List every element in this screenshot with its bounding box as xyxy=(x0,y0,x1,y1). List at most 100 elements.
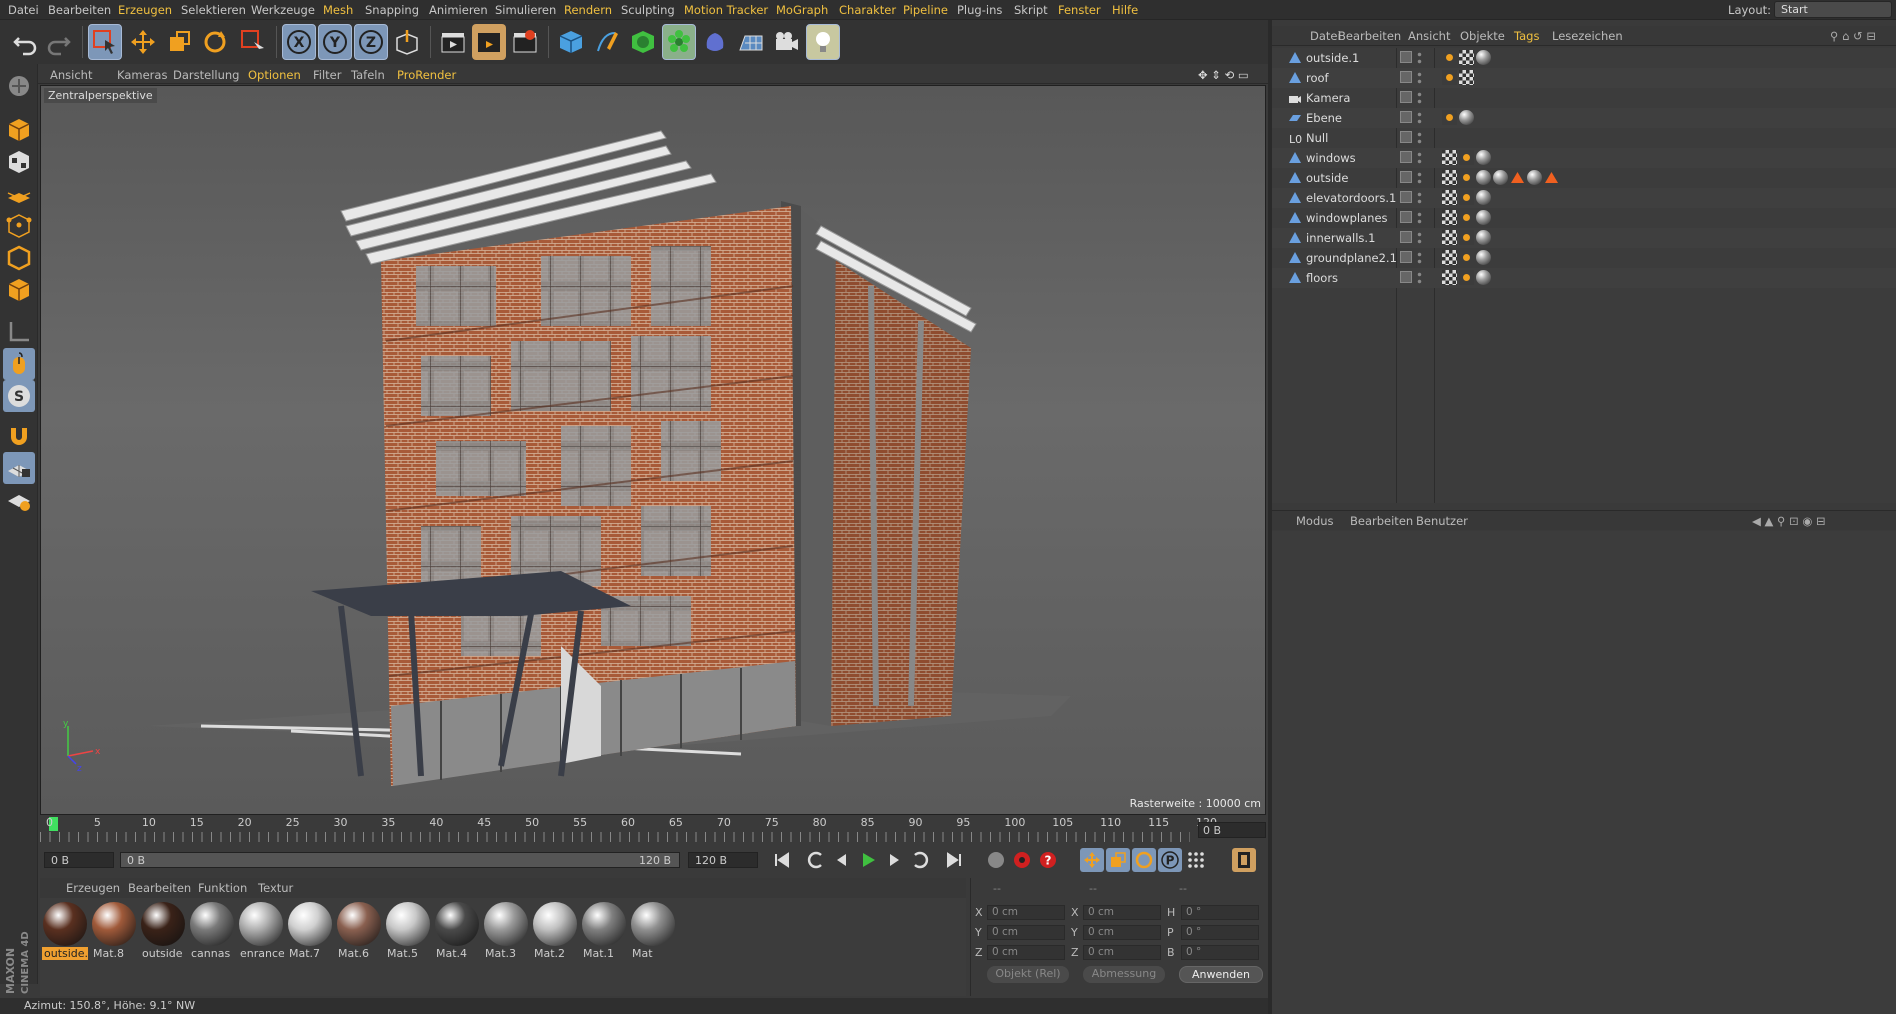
size-x-field[interactable]: 0 cm xyxy=(1083,905,1161,920)
am-menu-modus[interactable]: Modus xyxy=(1296,514,1334,528)
visibility-dots[interactable] xyxy=(1417,231,1422,245)
layer-toggle[interactable] xyxy=(1400,271,1412,283)
previous-key-button[interactable] xyxy=(804,848,828,872)
record-position-button[interactable] xyxy=(984,848,1008,872)
rotation-h-field[interactable]: 0 ° xyxy=(1181,905,1259,920)
render-view-button[interactable] xyxy=(436,24,470,60)
start-frame-field[interactable]: 0 B xyxy=(44,852,114,868)
am-nav-icons[interactable]: ◀ ▲ ⚲ ⊡ ◉ ⊟ xyxy=(1752,514,1826,528)
previous-frame-button[interactable] xyxy=(830,848,854,872)
om-menu-lesezeichen[interactable]: Lesezeichen xyxy=(1552,29,1623,43)
object-row[interactable]: outside.1 xyxy=(1272,48,1896,68)
texture-tag-icon[interactable] xyxy=(1442,190,1457,205)
timeline-window-button[interactable] xyxy=(1232,848,1256,872)
menu-plugins[interactable]: Plug-ins xyxy=(957,3,1002,17)
key-rotation-button[interactable] xyxy=(1132,848,1156,872)
key-pla-button[interactable] xyxy=(1184,848,1208,872)
material-swatch[interactable]: Mat xyxy=(630,901,676,961)
menu-charakter[interactable]: Charakter xyxy=(839,3,896,17)
workplane-mode-button[interactable] xyxy=(3,178,35,210)
model-mode-button[interactable] xyxy=(3,114,35,146)
material-tag-icon[interactable] xyxy=(1493,170,1508,185)
viewport-menu-ansicht[interactable]: Ansicht xyxy=(50,68,92,82)
material-tag-icon[interactable] xyxy=(1476,50,1491,65)
go-to-start-button[interactable] xyxy=(770,848,794,872)
am-menu-benutzer[interactable]: Benutzer xyxy=(1416,514,1468,528)
material-menu-textur[interactable]: Textur xyxy=(258,881,293,895)
menu-mesh[interactable]: Mesh xyxy=(323,3,353,17)
menu-erzeugen[interactable]: Erzeugen xyxy=(118,3,172,17)
om-menu-bearbeiten[interactable]: Bearbeiten xyxy=(1338,29,1401,43)
texture-tag-icon[interactable] xyxy=(1442,170,1457,185)
material-tag-icon[interactable] xyxy=(1476,230,1491,245)
menu-skript[interactable]: Skript xyxy=(1014,3,1048,17)
texture-tag-icon[interactable] xyxy=(1442,150,1457,165)
object-name[interactable]: windowplanes xyxy=(1306,211,1388,225)
render-picture-viewer-button[interactable] xyxy=(472,24,506,60)
lock-workplane-button[interactable] xyxy=(3,452,35,484)
menu-mograph[interactable]: MoGraph xyxy=(776,3,828,17)
material-swatch[interactable]: outside. xyxy=(42,901,88,961)
object-name[interactable]: innerwalls.1 xyxy=(1306,231,1375,245)
menu-sculpting[interactable]: Sculpting xyxy=(621,3,675,17)
layer-toggle[interactable] xyxy=(1400,111,1412,123)
size-z-field[interactable]: 0 cm xyxy=(1083,945,1161,960)
menu-snapping[interactable]: Snapping xyxy=(365,3,419,17)
menu-datei[interactable]: Datei xyxy=(8,3,39,17)
material-swatch[interactable]: Mat.2 xyxy=(532,901,578,961)
viewport-menu-kameras[interactable]: Kameras xyxy=(117,68,167,82)
object-row[interactable]: Kamera xyxy=(1272,88,1896,108)
object-row[interactable]: Ebene xyxy=(1272,108,1896,128)
position-x-field[interactable]: 0 cm xyxy=(987,905,1065,920)
camera-button[interactable] xyxy=(770,24,804,60)
phong-tag-icon[interactable] xyxy=(1442,50,1457,65)
phong-tag-icon[interactable] xyxy=(1459,150,1474,165)
object-name[interactable]: outside.1 xyxy=(1306,51,1359,65)
viewport-menu-tafeln[interactable]: Tafeln xyxy=(351,68,385,82)
phong-tag-icon[interactable] xyxy=(1459,170,1474,185)
visibility-dots[interactable] xyxy=(1417,271,1422,285)
object-row[interactable]: windows xyxy=(1272,148,1896,168)
menu-pipeline[interactable]: Pipeline xyxy=(903,3,948,17)
rotation-b-field[interactable]: 0 ° xyxy=(1181,945,1259,960)
phong-tag-icon[interactable] xyxy=(1459,230,1474,245)
live-selection-button[interactable] xyxy=(88,24,122,60)
render-settings-button[interactable] xyxy=(508,24,542,60)
material-swatch[interactable]: Mat.6 xyxy=(336,901,382,961)
layer-toggle[interactable] xyxy=(1400,151,1412,163)
visibility-dots[interactable] xyxy=(1417,211,1422,225)
z-axis-lock-button[interactable]: Z xyxy=(354,24,388,60)
material-tag-icon[interactable] xyxy=(1476,210,1491,225)
menu-motion-tracker[interactable]: Motion Tracker xyxy=(684,3,768,17)
object-name[interactable]: Kamera xyxy=(1306,91,1350,105)
visibility-dots[interactable] xyxy=(1417,191,1422,205)
layer-toggle[interactable] xyxy=(1400,191,1412,203)
warning-icon[interactable] xyxy=(1544,170,1559,185)
object-row[interactable]: groundplane2.1 xyxy=(1272,248,1896,268)
visibility-dots[interactable] xyxy=(1417,131,1422,145)
object-row[interactable]: roof xyxy=(1272,68,1896,88)
material-tag-icon[interactable] xyxy=(1476,150,1491,165)
visibility-dots[interactable] xyxy=(1417,171,1422,185)
layout-select[interactable]: Start xyxy=(1774,1,1892,18)
size-y-field[interactable]: 0 cm xyxy=(1083,925,1161,940)
3d-viewport[interactable]: Zentralperspektive y x z Rasterweite: 1… xyxy=(40,85,1266,815)
phong-tag-icon[interactable] xyxy=(1442,70,1457,85)
layer-toggle[interactable] xyxy=(1400,231,1412,243)
points-mode-button[interactable] xyxy=(3,210,35,242)
light-button[interactable] xyxy=(806,24,840,60)
warning-icon[interactable] xyxy=(1510,170,1525,185)
object-name[interactable]: Ebene xyxy=(1306,111,1342,125)
axis-mode-button[interactable] xyxy=(3,316,35,348)
layer-toggle[interactable] xyxy=(1400,71,1412,83)
texture-tag-icon[interactable] xyxy=(1442,230,1457,245)
material-tag-icon[interactable] xyxy=(1476,170,1491,185)
visibility-dots[interactable] xyxy=(1417,91,1422,105)
visibility-dots[interactable] xyxy=(1417,71,1422,85)
next-key-button[interactable] xyxy=(908,848,932,872)
apply-button[interactable]: Anwenden xyxy=(1179,966,1263,983)
subdivision-button[interactable] xyxy=(626,24,660,60)
menu-selektieren[interactable]: Selektieren xyxy=(181,3,246,17)
undo-button[interactable] xyxy=(8,24,42,60)
coord-mode-select[interactable]: Objekt (Rel) xyxy=(987,966,1069,983)
